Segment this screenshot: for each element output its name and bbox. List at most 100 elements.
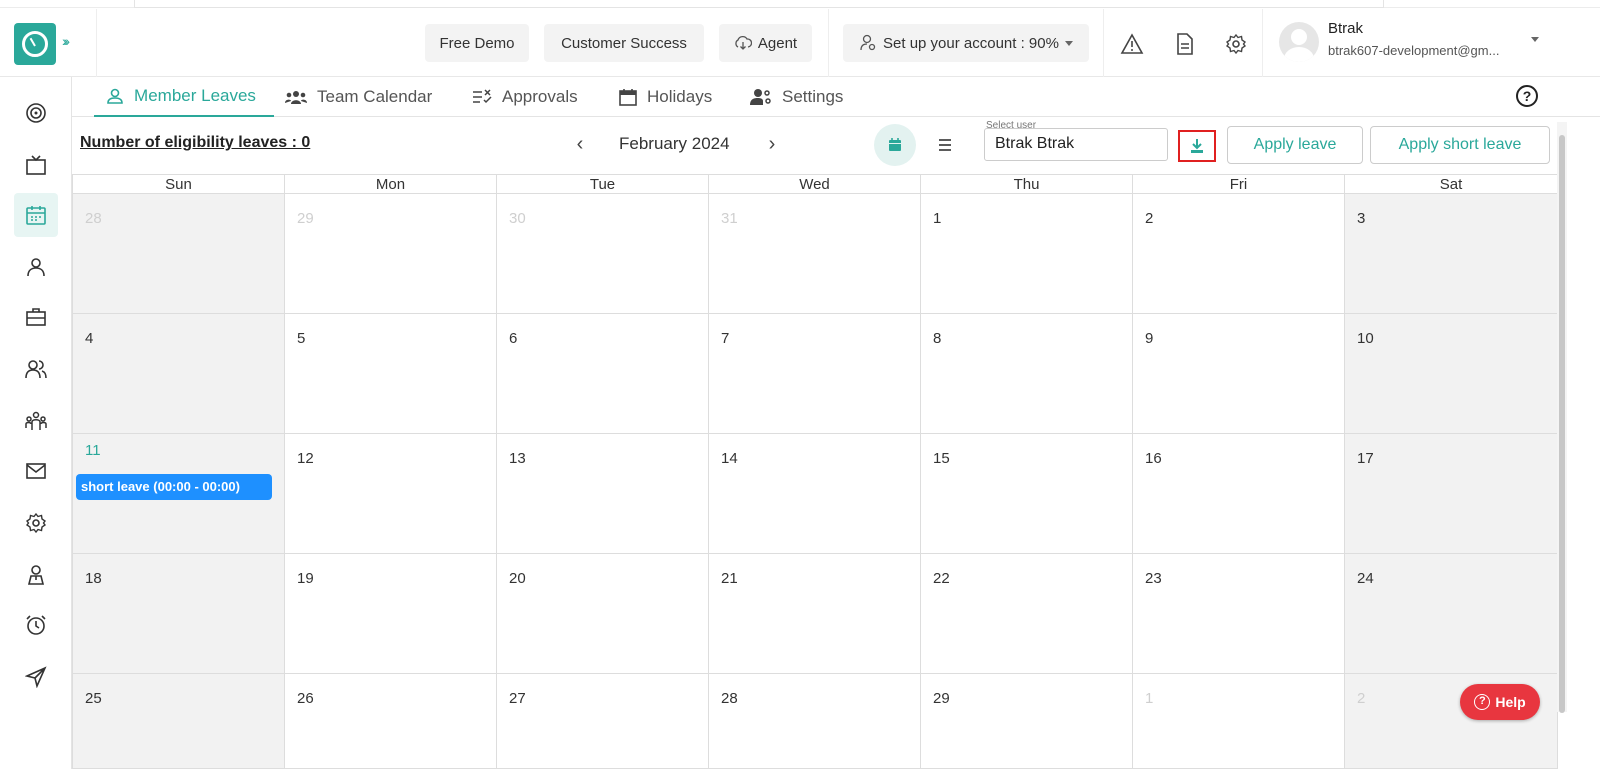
download-icon xyxy=(1191,139,1203,153)
expand-sidebar-icon[interactable]: ››› xyxy=(62,33,70,49)
free-demo-button[interactable]: Free Demo xyxy=(425,24,529,62)
day-header: Mon xyxy=(285,174,497,194)
day-number: 4 xyxy=(85,330,94,347)
help-icon: ? xyxy=(1474,694,1491,710)
calendar-day-cell[interactable]: 1 xyxy=(1133,674,1345,769)
day-number: 29 xyxy=(297,210,314,227)
calendar-day-cell[interactable]: 29 xyxy=(285,194,497,314)
calendar-day-cell[interactable]: 30 xyxy=(497,194,709,314)
calendar-day-cell[interactable]: 1 xyxy=(921,194,1133,314)
apply-leave-button[interactable]: Apply leave xyxy=(1227,126,1363,164)
calendar-day-cell[interactable]: 10 xyxy=(1345,314,1558,434)
customer-success-button[interactable]: Customer Success xyxy=(544,24,704,62)
calendar-day-cell[interactable]: 26 xyxy=(285,674,497,769)
gear-icon[interactable] xyxy=(1223,31,1249,57)
calendar-day-cell[interactable]: 19 xyxy=(285,554,497,674)
short-leave-event[interactable]: short leave (00:00 - 00:00) xyxy=(76,474,272,500)
sidebar-item-mail[interactable] xyxy=(14,449,58,493)
select-user-field[interactable]: Btrak Btrak xyxy=(984,128,1168,161)
sidebar-item-leaves[interactable] xyxy=(14,193,58,237)
apply-short-leave-button[interactable]: Apply short leave xyxy=(1370,126,1550,164)
day-number: 8 xyxy=(933,330,942,347)
calendar-day-cell[interactable]: 25 xyxy=(73,674,285,769)
sidebar-item-profile[interactable] xyxy=(14,245,58,289)
tab-team-calendar[interactable]: Team Calendar xyxy=(285,77,432,117)
calendar-view-button[interactable] xyxy=(874,124,916,166)
day-number: 5 xyxy=(297,330,306,347)
calendar-day-cell[interactable]: 5 xyxy=(285,314,497,434)
user-settings-icon xyxy=(860,34,876,51)
help-button[interactable]: ? Help xyxy=(1460,684,1540,720)
mail-icon xyxy=(26,463,46,479)
clock-icon xyxy=(22,31,48,57)
calendar-day-cell[interactable]: 7 xyxy=(709,314,921,434)
calendar-day-cell[interactable]: 18 xyxy=(73,554,285,674)
calendar-day-cell[interactable]: 28 xyxy=(73,194,285,314)
help-question-icon[interactable]: ? xyxy=(1516,85,1538,107)
day-number: 27 xyxy=(509,690,526,707)
calendar-day-cell[interactable]: 8 xyxy=(921,314,1133,434)
tab-holidays[interactable]: Holidays xyxy=(619,77,712,117)
calendar-day-cell[interactable]: 4 xyxy=(73,314,285,434)
calendar-day-cell[interactable]: 20 xyxy=(497,554,709,674)
next-month-icon[interactable]: › xyxy=(762,133,782,155)
calendar-day-cell[interactable]: 27 xyxy=(497,674,709,769)
menu-icon xyxy=(939,139,951,151)
agent-button[interactable]: Agent xyxy=(719,24,812,62)
sidebar-item-timesheet[interactable] xyxy=(14,603,58,647)
download-button[interactable] xyxy=(1178,130,1216,162)
sidebar-item-users[interactable] xyxy=(14,347,58,391)
checklist-icon xyxy=(473,89,492,104)
sidebar-item-settings[interactable] xyxy=(14,501,58,545)
sidebar-item-dashboard[interactable] xyxy=(14,91,58,135)
calendar-day-cell[interactable]: 6 xyxy=(497,314,709,434)
tab-approvals[interactable]: Approvals xyxy=(472,77,578,117)
user-menu-caret-icon[interactable] xyxy=(1531,37,1539,42)
tab-settings[interactable]: Settings xyxy=(750,77,843,117)
day-number: 1 xyxy=(1145,690,1154,707)
day-number: 13 xyxy=(509,450,526,467)
calendar-day-cell[interactable]: 14 xyxy=(709,434,921,554)
app-logo[interactable] xyxy=(14,23,56,65)
send-icon xyxy=(25,666,47,688)
sidebar-item-send[interactable] xyxy=(14,655,58,699)
calendar-day-cell[interactable]: 12 xyxy=(285,434,497,554)
eligibility-leaves-link[interactable]: Number of eligibility leaves : 0 xyxy=(80,134,310,152)
prev-month-icon[interactable]: ‹ xyxy=(570,133,590,155)
calendar-day-cell[interactable]: 22 xyxy=(921,554,1133,674)
scrollbar-thumb[interactable] xyxy=(1559,135,1565,713)
tv-icon xyxy=(26,155,46,175)
calendar-day-cell[interactable]: 23 xyxy=(1133,554,1345,674)
day-number: 28 xyxy=(85,210,102,227)
calendar-day-cell[interactable]: 31 xyxy=(709,194,921,314)
calendar-day-cell[interactable]: 15 xyxy=(921,434,1133,554)
tab-label: Approvals xyxy=(502,87,578,106)
tab-label: Team Calendar xyxy=(317,87,433,106)
list-view-button[interactable] xyxy=(934,135,956,155)
calendar-day-cell[interactable]: 21 xyxy=(709,554,921,674)
sidebar-item-tv[interactable] xyxy=(14,143,58,187)
sidebar-item-assets[interactable] xyxy=(14,295,58,339)
target-icon xyxy=(26,103,46,123)
calendar-icon xyxy=(889,138,901,151)
calendar-grid: Sun Mon Tue Wed Thu Fri Sat 28 29 30 31 … xyxy=(72,174,1558,769)
tab-member-leaves[interactable]: Member Leaves xyxy=(94,77,274,117)
calendar-day-cell[interactable]: 29 xyxy=(921,674,1133,769)
avatar[interactable] xyxy=(1279,22,1319,62)
calendar-day-cell[interactable]: 11 short leave (00:00 - 00:00) xyxy=(73,434,285,554)
warning-icon[interactable] xyxy=(1119,31,1145,57)
calendar-day-cell[interactable]: 9 xyxy=(1133,314,1345,434)
top-strip xyxy=(0,0,1600,8)
calendar-day-cell[interactable]: 13 xyxy=(497,434,709,554)
day-number: 12 xyxy=(297,450,314,467)
sidebar-item-teams[interactable] xyxy=(14,399,58,443)
calendar-day-cell[interactable]: 24 xyxy=(1345,554,1558,674)
calendar-day-cell[interactable]: 28 xyxy=(709,674,921,769)
document-icon[interactable] xyxy=(1172,31,1198,57)
setup-account-button[interactable]: Set up your account : 90% xyxy=(843,24,1089,62)
calendar-day-cell[interactable]: 17 xyxy=(1345,434,1558,554)
calendar-day-cell[interactable]: 16 xyxy=(1133,434,1345,554)
sidebar-item-recruitment[interactable] xyxy=(14,553,58,597)
calendar-day-cell[interactable]: 2 xyxy=(1133,194,1345,314)
calendar-day-cell[interactable]: 3 xyxy=(1345,194,1558,314)
